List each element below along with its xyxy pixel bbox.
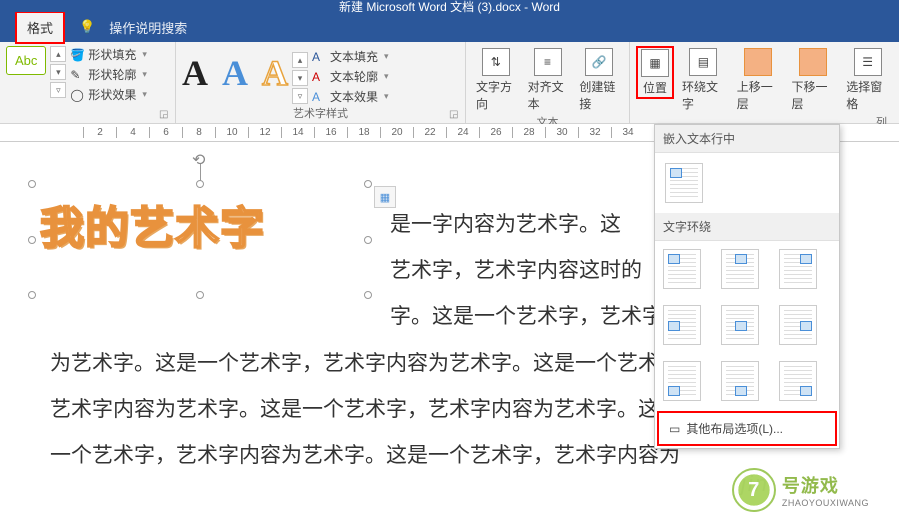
watermark-brand: 号游戏 — [782, 472, 869, 498]
send-backward-icon — [799, 48, 827, 76]
position-icon: ▦ — [641, 49, 669, 77]
text-fill-button[interactable]: A 文本填充▾ — [312, 48, 389, 65]
watermark-domain: ZHAOYOUXIWANG — [782, 498, 869, 508]
text-direction-button[interactable]: ⇅ 文字方向 — [472, 46, 520, 114]
more-layout-options-item[interactable]: ▭ 其他布局选项(L)... — [659, 413, 835, 444]
shape-fill-button[interactable]: 🪣 形状填充▾ — [70, 46, 147, 63]
layout-options-icon[interactable]: ▦ — [374, 186, 396, 208]
group-shape-styles: Abc ▴ ▾ ▿ 🪣 形状填充▾ ✎ 形状轮廓▾ ◯ 形状效果▾ — [0, 42, 176, 123]
resize-handle[interactable] — [364, 291, 372, 299]
ribbon-tabs: 格式 💡 操作说明搜索 — [0, 12, 899, 42]
resize-handle[interactable] — [364, 236, 372, 244]
shape-outline-button[interactable]: ✎ 形状轮廓▾ — [70, 66, 147, 83]
position-option-top-center[interactable] — [721, 249, 759, 289]
wrap-text-icon: ▤ — [689, 48, 717, 76]
shape-style-preset[interactable]: Abc — [6, 46, 46, 75]
position-option-middle-right[interactable] — [779, 305, 817, 345]
wrap-text-button[interactable]: ▤ 环绕文字 — [678, 46, 729, 114]
send-backward-button[interactable]: 下移一层 — [788, 46, 839, 114]
position-option-inline[interactable] — [665, 163, 703, 203]
wordart-preset-3[interactable]: A — [262, 52, 288, 94]
text-effects-icon: A — [312, 90, 326, 104]
wordart-preset-1[interactable]: A — [182, 52, 208, 94]
create-link-button[interactable]: 🔗 创建链接 — [575, 46, 623, 114]
text-outline-icon: A — [312, 70, 326, 84]
style-more-icon[interactable]: ▿ — [50, 82, 66, 98]
align-text-button[interactable]: ≡ 对齐文本 — [524, 46, 572, 114]
tell-me-search[interactable]: 操作说明搜索 — [109, 18, 187, 37]
group-label-wordart: 艺术字样式 — [182, 105, 459, 121]
group-text: ⇅ 文字方向 ≡ 对齐文本 🔗 创建链接 文本 — [466, 42, 630, 123]
ribbon: Abc ▴ ▾ ▿ 🪣 形状填充▾ ✎ 形状轮廓▾ ◯ 形状效果▾ — [0, 42, 899, 124]
watermark-logo-icon: 7 — [732, 468, 776, 512]
bring-forward-button[interactable]: 上移一层 — [733, 46, 784, 114]
resize-handle[interactable] — [28, 291, 36, 299]
dialog-launcher-icon[interactable]: ◲ — [449, 109, 461, 121]
position-option-top-left[interactable] — [663, 249, 701, 289]
position-option-bottom-left[interactable] — [663, 361, 701, 401]
bring-forward-icon — [744, 48, 772, 76]
layout-dialog-icon: ▭ — [669, 422, 680, 436]
pen-icon: ✎ — [70, 68, 84, 82]
window-title: 新建 Microsoft Word 文档 (3).docx - Word — [339, 0, 560, 15]
effects-icon: ◯ — [70, 88, 84, 102]
position-option-bottom-right[interactable] — [779, 361, 817, 401]
position-option-middle-left[interactable] — [663, 305, 701, 345]
paint-bucket-icon: 🪣 — [70, 48, 84, 62]
title-bar: 新建 Microsoft Word 文档 (3).docx - Word — [0, 0, 899, 12]
position-option-top-right[interactable] — [779, 249, 817, 289]
wordart-object[interactable]: ⟲ ▦ 我的艺术字 — [40, 192, 360, 287]
link-icon: 🔗 — [585, 48, 613, 76]
resize-handle[interactable] — [364, 180, 372, 188]
align-text-icon: ≡ — [534, 48, 562, 76]
dropdown-section-wrap: 文字环绕 — [655, 213, 839, 241]
wordart-preset-2[interactable]: A — [222, 52, 248, 94]
wa-more-icon[interactable]: ▿ — [292, 88, 308, 104]
position-dropdown: 嵌入文本行中 文字环绕 ▭ 其他布局选项(L)... — [654, 124, 840, 449]
dropdown-section-inline: 嵌入文本行中 — [655, 125, 839, 153]
dialog-launcher-icon[interactable]: ◲ — [159, 109, 171, 121]
text-fill-icon: A — [312, 50, 326, 64]
shape-effects-button[interactable]: ◯ 形状效果▾ — [70, 86, 147, 103]
text-direction-icon: ⇅ — [482, 48, 510, 76]
group-wordart-styles: A A A ▴ ▾ ▿ A 文本填充▾ A 文本轮廓▾ A — [176, 42, 466, 123]
position-option-middle-center[interactable] — [721, 305, 759, 345]
rotate-handle-icon[interactable]: ⟲ — [192, 150, 205, 170]
position-option-bottom-center[interactable] — [721, 361, 759, 401]
tab-format[interactable]: 格式 — [15, 11, 65, 44]
resize-handle[interactable] — [196, 180, 204, 188]
lightbulb-icon: 💡 — [79, 19, 95, 35]
wa-prev-icon[interactable]: ▴ — [292, 52, 308, 68]
text-effects-button[interactable]: A 文本效果▾ — [312, 88, 389, 105]
selection-pane-button[interactable]: ☰ 选择窗格 — [842, 46, 893, 114]
selection-pane-icon: ☰ — [854, 48, 882, 76]
text-outline-button[interactable]: A 文本轮廓▾ — [312, 68, 389, 85]
position-button[interactable]: ▦ 位置 — [636, 46, 674, 99]
resize-handle[interactable] — [28, 236, 36, 244]
group-arrange: ▦ 位置 ▤ 环绕文字 上移一层 下移一层 ☰ 选择窗格 列 — [630, 42, 899, 123]
style-next-icon[interactable]: ▾ — [50, 64, 66, 80]
style-prev-icon[interactable]: ▴ — [50, 46, 66, 62]
resize-handle[interactable] — [196, 291, 204, 299]
site-watermark: 7 号游戏 ZHAOYOUXIWANG — [732, 468, 869, 512]
wa-next-icon[interactable]: ▾ — [292, 70, 308, 86]
resize-handle[interactable] — [28, 180, 36, 188]
